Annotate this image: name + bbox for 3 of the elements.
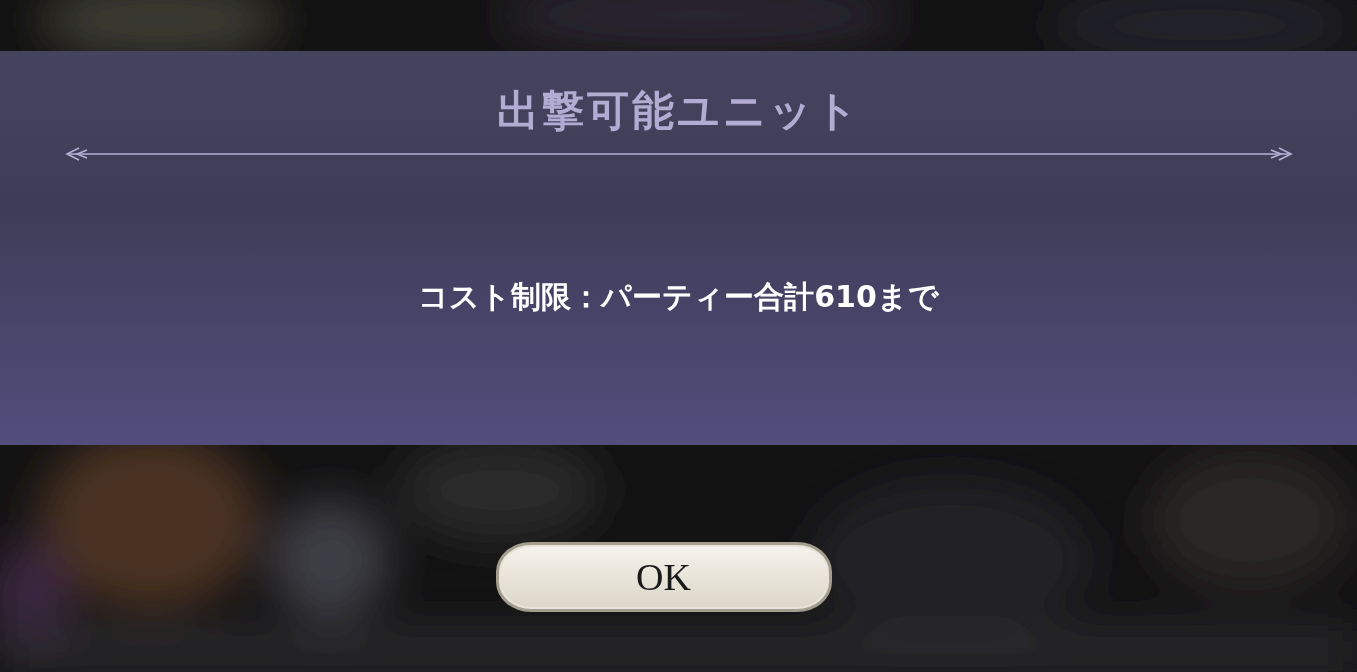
cost-limit-message: コスト制限：パーティー合計610まで xyxy=(418,278,939,316)
dialog-title: 出撃可能ユニット xyxy=(496,85,861,137)
ok-button[interactable]: OK xyxy=(495,542,832,612)
